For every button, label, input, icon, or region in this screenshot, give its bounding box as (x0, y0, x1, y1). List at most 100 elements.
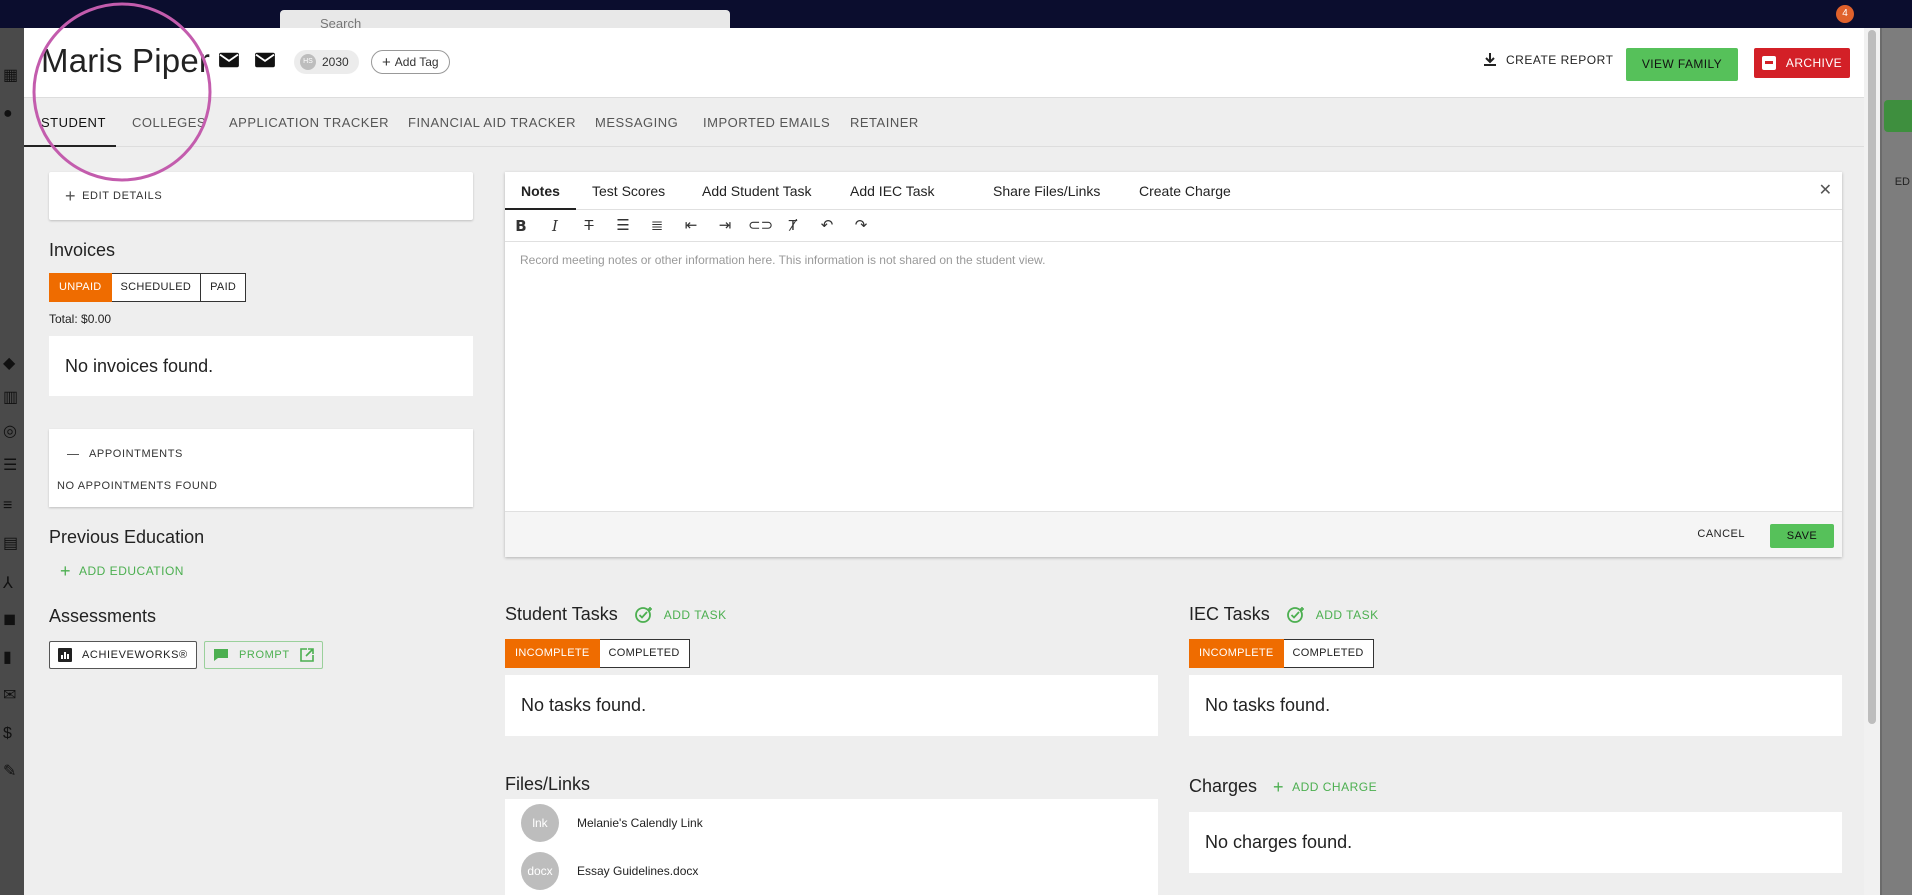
tab-student[interactable]: STUDENT (41, 115, 106, 130)
invoice-filter-unpaid[interactable]: UNPAID (49, 273, 112, 302)
editor-tab-add-iec-task[interactable]: Add IEC Task (850, 183, 935, 199)
indent-icon[interactable]: ⇥ (714, 216, 736, 236)
strikethrough-icon[interactable]: T (578, 216, 600, 236)
add-tag-label: Add Tag (394, 55, 439, 69)
files-links-title: Files/Links (505, 774, 591, 794)
edit-note-icon[interactable]: ✎ (3, 764, 21, 780)
iec-tasks-header: IEC Tasks ADD TASK (1189, 604, 1379, 625)
modal-scrollbar[interactable] (1864, 28, 1880, 895)
iec-task-filter-completed[interactable]: COMPLETED (1283, 639, 1374, 668)
create-report-label: CREATE REPORT (1506, 53, 1614, 67)
save-button[interactable]: SAVE (1770, 524, 1834, 548)
add-education-button[interactable]: + ADD EDUCATION (60, 562, 184, 580)
email-icon[interactable] (218, 51, 240, 69)
invoice-filter: UNPAID SCHEDULED PAID (49, 273, 247, 302)
archive-label: ARCHIVE (1785, 56, 1843, 70)
outdent-icon[interactable]: ⇤ (680, 216, 702, 236)
collapse-icon (67, 453, 79, 455)
notification-count-badge: 4 (1836, 5, 1854, 23)
archive-button[interactable]: ARCHIVE (1754, 48, 1850, 78)
merge-icon[interactable]: ⅄ (3, 576, 21, 592)
add-task-icon (634, 606, 652, 623)
link-icon[interactable]: ⊂⊃ (748, 216, 773, 236)
list-item[interactable]: docx Essay Guidelines.docx (521, 852, 698, 890)
layers-icon[interactable]: ◆ (3, 356, 21, 372)
invoice-filter-paid[interactable]: PAID (201, 273, 247, 302)
list-item[interactable]: lnk Melanie's Calendly Link (521, 804, 703, 842)
cancel-button[interactable]: CANCEL (1697, 528, 1745, 540)
add-student-task-button[interactable]: ADD TASK (634, 605, 727, 625)
scrollbar-thumb[interactable] (1868, 30, 1876, 724)
prompt-button[interactable]: PROMPT (204, 641, 323, 669)
tab-imported-emails[interactable]: IMPORTED EMAILS (703, 115, 830, 130)
app-right-panel: ED (1882, 28, 1912, 895)
app-sidebar: ▦ ● ◆ ▥ ◎ ☰ ≡ ▤ ⅄ ◼ ▮ ✉ $ ✎ (0, 28, 24, 895)
open-external-icon (299, 648, 314, 662)
tab-colleges[interactable]: COLLEGES (132, 115, 206, 130)
list-icon[interactable]: ≡ (3, 498, 21, 514)
bold-icon[interactable]: B (510, 216, 532, 236)
edit-details-label: EDIT DETAILS (82, 190, 163, 202)
mail-icon[interactable]: ✉ (3, 688, 21, 704)
file-name: Melanie's Calendly Link (577, 816, 703, 830)
plus-icon: + (382, 53, 391, 71)
tab-retainer[interactable]: RETAINER (850, 115, 919, 130)
tab-financial-aid-tracker[interactable]: FINANCIAL AID TRACKER (408, 115, 576, 130)
notes-textarea[interactable]: Record meeting notes or other informatio… (520, 253, 1045, 267)
checklist-icon[interactable]: ☰ (3, 458, 21, 474)
parent-email-icon[interactable] (254, 51, 276, 69)
modal-header: Maris Piper HS 2030 + Add Tag CREATE REP… (24, 28, 1864, 98)
add-tag-button[interactable]: + Add Tag (371, 50, 450, 74)
student-modal: Maris Piper HS 2030 + Add Tag CREATE REP… (24, 28, 1880, 895)
school-icon[interactable]: ◼ (3, 612, 21, 628)
files-links-list: lnk Melanie's Calendly Link docx Essay G… (505, 799, 1158, 895)
editor-tab-create-charge[interactable]: Create Charge (1139, 183, 1231, 199)
file-type-avatar: lnk (521, 804, 559, 842)
italic-icon[interactable]: I (544, 216, 566, 236)
editor-tab-share-files-links[interactable]: Share Files/Links (993, 183, 1100, 199)
app-right-button[interactable] (1884, 100, 1912, 132)
close-icon[interactable]: ✕ (1819, 180, 1832, 200)
clear-format-icon[interactable]: Ⱦ (782, 216, 804, 236)
add-iec-task-button[interactable]: ADD TASK (1286, 605, 1379, 625)
student-task-filter: INCOMPLETE COMPLETED (505, 639, 690, 668)
edit-details-button[interactable]: + EDIT DETAILS (49, 172, 473, 220)
invoices-empty: No invoices found. (49, 336, 473, 396)
student-task-filter-incomplete[interactable]: INCOMPLETE (505, 639, 600, 668)
iec-task-filter-incomplete[interactable]: INCOMPLETE (1189, 639, 1284, 668)
invoice-filter-scheduled[interactable]: SCHEDULED (111, 273, 202, 302)
add-student-task-label: ADD TASK (663, 607, 727, 622)
student-task-filter-completed[interactable]: COMPLETED (599, 639, 690, 668)
appointments-toggle[interactable]: APPOINTMENTS (67, 448, 183, 460)
calendar-icon[interactable]: ▤ (3, 536, 21, 552)
appointments-label: APPOINTMENTS (89, 448, 183, 460)
bullet-list-icon[interactable]: ☰ (612, 216, 634, 236)
numbered-list-icon[interactable]: ≣ (646, 216, 668, 236)
achieveworks-button[interactable]: ACHIEVEWORKS® (49, 641, 197, 669)
columns-icon[interactable]: ▥ (3, 390, 21, 406)
invoices-title: Invoices (49, 240, 116, 260)
add-charge-button[interactable]: + ADD CHARGE (1273, 778, 1377, 796)
undo-icon[interactable]: ↶ (816, 216, 838, 236)
view-family-button[interactable]: VIEW FAMILY (1626, 48, 1738, 81)
file-name: Essay Guidelines.docx (577, 864, 699, 878)
plus-icon: + (65, 186, 77, 206)
previous-education-title: Previous Education (49, 527, 205, 547)
tab-application-tracker[interactable]: APPLICATION TRACKER (229, 115, 389, 130)
tab-messaging[interactable]: MESSAGING (595, 115, 678, 130)
redo-icon[interactable]: ↷ (850, 216, 872, 236)
create-report-button[interactable]: CREATE REPORT (1484, 53, 1613, 67)
document-icon[interactable]: ▮ (3, 650, 21, 666)
editor-tab-notes[interactable]: Notes (521, 183, 560, 199)
editor-tab-test-scores[interactable]: Test Scores (592, 183, 665, 199)
users-icon[interactable]: ● (3, 106, 21, 122)
student-name: Maris Piper (41, 42, 211, 79)
radar-icon[interactable]: ◎ (3, 424, 21, 440)
editor-tab-add-student-task[interactable]: Add Student Task (702, 183, 811, 199)
charges-title: Charges (1189, 776, 1258, 796)
appointments-panel: APPOINTMENTS NO APPOINTMENTS FOUND (49, 429, 473, 507)
grad-year-avatar: HS (300, 54, 316, 70)
dashboard-icon[interactable]: ▦ (3, 68, 21, 84)
chat-icon (214, 649, 228, 661)
dollar-icon[interactable]: $ (3, 726, 21, 742)
